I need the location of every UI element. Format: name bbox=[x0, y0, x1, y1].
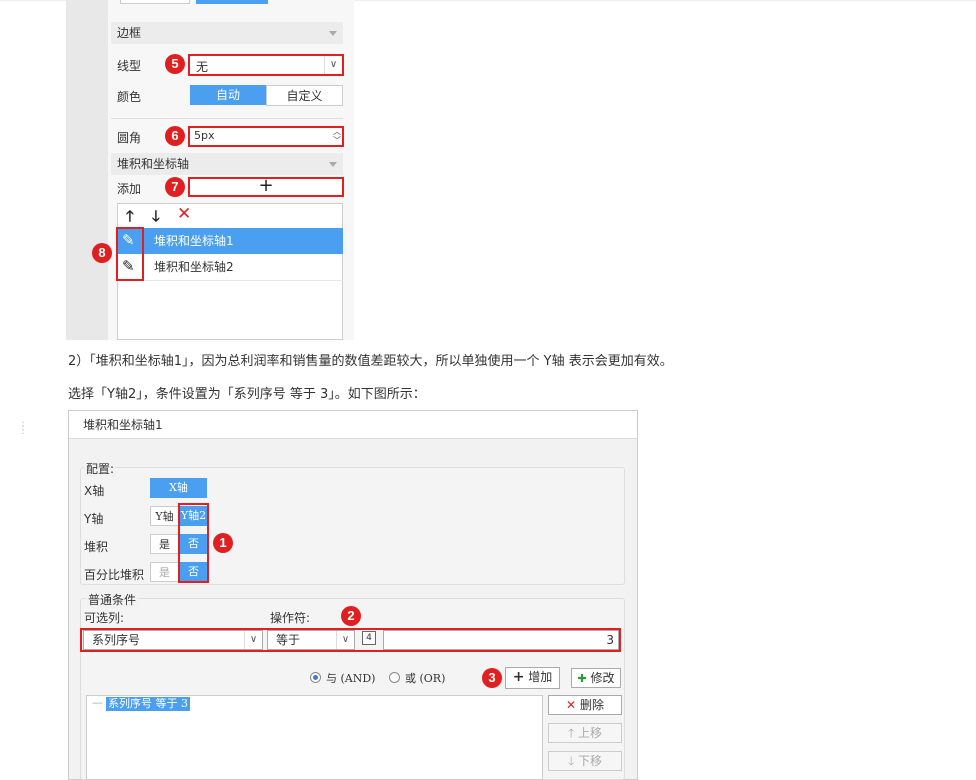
or-radio[interactable] bbox=[389, 672, 400, 683]
or-radio-label: 或 (OR) bbox=[405, 672, 446, 685]
dialog-title: 堆积和坐标轴1 bbox=[69, 411, 637, 439]
chevron-down-icon[interactable]: ∨ bbox=[324, 56, 342, 74]
drag-handle-icon[interactable]: ⋮ ⋮ bbox=[18, 422, 28, 441]
options-highlight bbox=[178, 503, 209, 583]
plus-icon: + bbox=[512, 669, 525, 685]
divider bbox=[111, 118, 343, 119]
color-auto-button[interactable]: 自动 bbox=[190, 85, 266, 105]
modify-condition-label: 修改 bbox=[590, 671, 615, 685]
percent-stack-label: 百分比堆积 bbox=[84, 568, 145, 582]
x-axis-option[interactable]: X轴 bbox=[150, 478, 207, 498]
radius-value: 5px bbox=[194, 129, 215, 142]
arrow-up-icon: 🡑 bbox=[567, 726, 575, 740]
step-badge-2: 2 bbox=[341, 606, 361, 626]
column-select[interactable]: 系列序号 ∨ bbox=[83, 630, 263, 650]
column-label: 可选列: bbox=[84, 611, 125, 625]
delete-condition-label: 删除 bbox=[579, 698, 604, 712]
line-type-value: 无 bbox=[196, 60, 209, 74]
axis-list-item[interactable]: 堆积和坐标轴2 bbox=[118, 254, 343, 280]
y-axis-option-1[interactable]: Y轴 bbox=[150, 506, 179, 526]
radius-label: 圆角 bbox=[117, 131, 142, 145]
step-badge-1: 1 bbox=[213, 533, 233, 553]
panel-left-strip bbox=[66, 0, 108, 340]
step-badge-3: 3 bbox=[482, 668, 502, 688]
axis-list-item[interactable]: 堆积和坐标轴1 bbox=[118, 228, 343, 254]
stack-yes-option[interactable]: 是 bbox=[150, 534, 179, 554]
chevron-down-icon[interactable]: ∨ bbox=[336, 631, 354, 649]
arrow-down-icon: 🡓 bbox=[567, 754, 575, 768]
border-section-header[interactable]: 边框 bbox=[111, 22, 343, 44]
tree-line-icon: — bbox=[92, 696, 103, 709]
x-axis-label: X轴 bbox=[84, 484, 105, 498]
add-condition-label: 增加 bbox=[528, 670, 553, 684]
collapse-triangle-icon[interactable] bbox=[329, 162, 337, 167]
modify-condition-button[interactable]: ✚ 修改 bbox=[571, 668, 621, 688]
color-label: 颜色 bbox=[117, 90, 142, 104]
add-condition-button[interactable]: + 增加 bbox=[505, 667, 560, 689]
axis-section-header[interactable]: 堆积和坐标轴 bbox=[111, 153, 343, 175]
step-badge-7: 7 bbox=[165, 177, 185, 197]
clipped-input bbox=[120, 0, 190, 4]
operator-select[interactable]: 等于 ∨ bbox=[267, 630, 355, 650]
color-custom-button[interactable]: 自定义 bbox=[266, 85, 343, 106]
operator-select-value: 等于 bbox=[276, 633, 301, 647]
column-select-value: 系列序号 bbox=[92, 633, 141, 647]
divider bbox=[118, 280, 343, 281]
config-group-title: 配置: bbox=[84, 460, 117, 477]
collapse-triangle-icon[interactable] bbox=[329, 31, 337, 36]
value-type-icon[interactable]: 4 bbox=[362, 631, 376, 645]
percent-stack-yes-option[interactable]: 是 bbox=[150, 562, 179, 582]
paragraph-1: 2）「堆积和坐标轴1」，因为总利润率和销售量的数值差距较大，所以单独使用一个 Y… bbox=[68, 354, 673, 369]
and-radio[interactable] bbox=[310, 672, 321, 683]
add-label: 添加 bbox=[117, 182, 142, 196]
spinner-arrows-icon[interactable]: ︿ ﹀ bbox=[333, 127, 341, 145]
move-down-label: 下移 bbox=[578, 754, 603, 768]
axis-section-title: 堆积和坐标轴 bbox=[117, 157, 190, 171]
condition-group-title: 普通条件 bbox=[86, 591, 139, 608]
y-axis-label: Y轴 bbox=[84, 512, 104, 526]
delete-x-icon: ✕ bbox=[566, 698, 577, 712]
condition-value-input[interactable]: 3 bbox=[383, 630, 619, 650]
modify-icon: ✚ bbox=[577, 672, 587, 685]
step-badge-6: 6 bbox=[165, 126, 185, 146]
move-up-label: 上移 bbox=[578, 726, 603, 740]
clipped-blue-button bbox=[196, 0, 268, 4]
operator-label: 操作符: bbox=[270, 611, 311, 625]
edit-pencil-icon[interactable]: ✎ bbox=[122, 231, 135, 249]
move-down-button[interactable]: 🡓 下移 bbox=[548, 751, 622, 771]
condition-result-item[interactable]: 系列序号 等于 3 bbox=[106, 697, 190, 711]
paragraph-2: 选择「Y轴2」，条件设置为「系列序号 等于 3」。如下图所示： bbox=[68, 387, 426, 402]
delete-x-icon[interactable]: ✕ bbox=[177, 204, 191, 224]
add-axis-button[interactable]: + bbox=[188, 177, 344, 197]
chevron-down-icon[interactable]: ∨ bbox=[244, 631, 262, 649]
step-badge-5: 5 bbox=[165, 54, 185, 74]
move-up-button[interactable]: 🡑 上移 bbox=[548, 723, 622, 743]
step-badge-8: 8 bbox=[92, 243, 112, 263]
line-type-select[interactable]: 无 ∨ bbox=[188, 54, 344, 76]
and-radio-label: 与 (AND) bbox=[326, 672, 376, 685]
stack-label: 堆积 bbox=[84, 540, 109, 554]
border-section-title: 边框 bbox=[117, 26, 142, 40]
delete-condition-button[interactable]: ✕ 删除 bbox=[548, 695, 622, 715]
edit-pencil-icon[interactable]: ✎ bbox=[122, 257, 135, 275]
radius-input[interactable]: 5px ︿ ﹀ bbox=[188, 126, 344, 147]
line-type-label: 线型 bbox=[117, 59, 142, 73]
